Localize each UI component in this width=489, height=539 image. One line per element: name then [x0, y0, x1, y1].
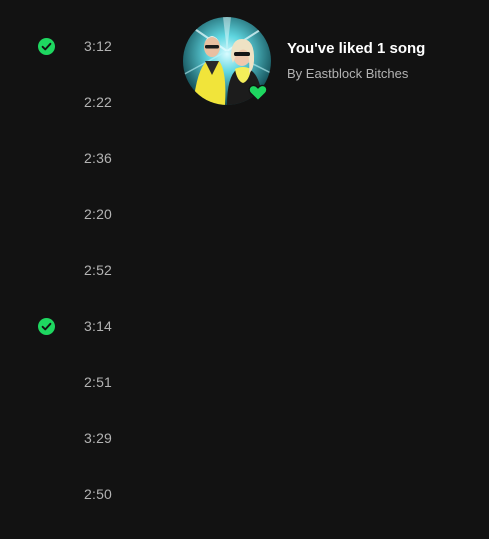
track-duration: 2:36 [84, 150, 113, 166]
track-row[interactable]: 2:52 [0, 242, 170, 298]
track-row[interactable]: 2:36 [0, 130, 170, 186]
track-row[interactable]: 2:20 [0, 186, 170, 242]
track-duration: 3:14 [84, 318, 113, 334]
track-row[interactable]: 3:29 [0, 410, 170, 466]
track-duration: 3:12 [84, 38, 113, 54]
liked-songs-panel: 3:12 2:22 2:36 2:20 2:52 3:14 2:51 3:29 [0, 0, 489, 539]
track-row[interactable]: 2:50 [0, 466, 170, 522]
liked-check-icon[interactable] [38, 318, 55, 335]
track-row[interactable]: 2:51 [0, 354, 170, 410]
track-duration: 2:22 [84, 94, 113, 110]
heart-icon [248, 83, 268, 103]
track-row[interactable]: 3:12 [0, 18, 170, 74]
track-list: 3:12 2:22 2:36 2:20 2:52 3:14 2:51 3:29 [0, 18, 170, 522]
liked-songs-card[interactable]: You've liked 1 song By Eastblock Bitches [183, 17, 483, 109]
track-duration: 2:50 [84, 486, 113, 502]
track-duration: 2:20 [84, 206, 113, 222]
track-duration: 3:29 [84, 430, 113, 446]
track-row[interactable]: 2:22 [0, 74, 170, 130]
track-duration: 2:51 [84, 374, 113, 390]
liked-check-icon[interactable] [38, 38, 55, 55]
track-duration: 2:52 [84, 262, 113, 278]
liked-songs-title: You've liked 1 song [287, 40, 426, 57]
liked-songs-artist: By Eastblock Bitches [287, 66, 409, 81]
track-row[interactable]: 3:14 [0, 298, 170, 354]
